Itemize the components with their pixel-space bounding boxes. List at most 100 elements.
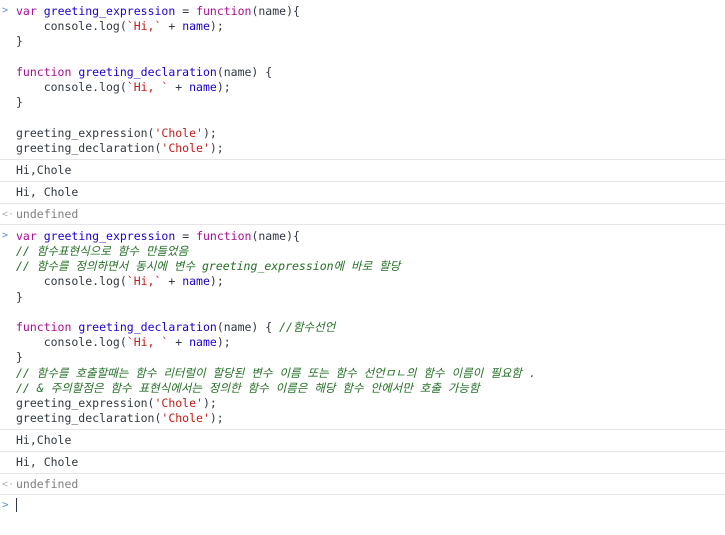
log-text: Hi,Chole [16, 162, 72, 177]
code-line: console.log(`Hi, ` + name); [0, 80, 725, 95]
variable-token: name [182, 274, 210, 289]
console-input-entry: > var greeting_expression = function(name… [0, 0, 725, 160]
keyword-token: var [16, 228, 37, 243]
code-line: console.log(`Hi,` + name); [0, 19, 725, 34]
code-line: } [0, 350, 725, 365]
input-chevron-icon: > [2, 229, 9, 241]
console-input-caret[interactable] [16, 498, 17, 513]
code-token: console.log( [16, 274, 127, 289]
code-token: ); [209, 274, 224, 289]
code-line: } [0, 290, 725, 305]
code-token: + [161, 19, 183, 34]
code-token: ); [209, 19, 224, 34]
prompt-chevron-icon: > [2, 498, 9, 512]
code-token: greeting_expression( [16, 395, 155, 410]
code-line: // 함수를 호출할때는 함수 리터럴이 할당된 변수 이름 또는 함수 선언ㅁ… [0, 366, 725, 381]
code-token: = [175, 4, 197, 18]
code-line: function greeting_declaration(name) { //… [0, 320, 725, 335]
function-name-token: greeting_declaration [78, 64, 217, 79]
console-log-message: Hi, Chole [0, 452, 725, 475]
code-token: (name) { [216, 320, 280, 334]
variable-token: greeting_expression [43, 228, 176, 243]
code-line: function greeting_declaration(name) { [0, 65, 725, 80]
code-line: } [0, 95, 725, 110]
result-arrow-icon: <· [2, 208, 15, 220]
code-line: } [0, 34, 725, 49]
variable-token: name [182, 19, 210, 34]
code-token: (name){ [251, 228, 300, 243]
comment-token: // 함수를 정의하면서 동시에 변수 greeting_expression에… [16, 259, 401, 274]
console-result-entry: <· undefined [0, 204, 725, 225]
keyword-token: function [16, 64, 72, 79]
string-token: 'Chole' [161, 140, 210, 155]
keyword-token: function [196, 228, 252, 243]
console-log-message: Hi, Chole [0, 182, 725, 204]
code-token: ); [216, 79, 231, 94]
code-token: } [16, 350, 23, 365]
code-token: ); [209, 140, 224, 155]
console-prompt-row[interactable]: > [0, 495, 725, 515]
comment-token: // & 주의할점은 함수 표현식에서는 정의한 함수 이름은 해당 함수 안에… [16, 380, 480, 395]
keyword-token: function [16, 320, 72, 334]
code-line: // 함수표현식으로 함수 만들었음 [0, 244, 725, 259]
comment-token: // 함수표현식으로 함수 만들었음 [16, 244, 189, 259]
code-token: ); [202, 395, 217, 410]
code-line: greeting_expression('Chole'); [0, 126, 725, 141]
result-text: undefined [16, 477, 79, 492]
code-token: = [175, 228, 197, 243]
string-token: 'Chole' [154, 395, 203, 410]
console-result-entry: <· undefined [0, 474, 725, 496]
variable-token: name [189, 335, 217, 350]
code-token: } [16, 289, 23, 304]
string-token: 'Chole' [154, 125, 203, 140]
console-messages: > var greeting_expression = function(name… [0, 0, 725, 496]
comment-token: //함수선언 [279, 320, 336, 334]
log-text: Hi, Chole [16, 184, 79, 199]
string-token: 'Chole' [161, 411, 210, 426]
string-token: `Hi, ` [126, 335, 169, 350]
code-token: } [16, 95, 23, 110]
code-line: // 함수를 정의하면서 동시에 변수 greeting_expression에… [0, 259, 725, 274]
code-token: ); [209, 411, 224, 426]
result-text: undefined [16, 206, 79, 221]
code-token: greeting_declaration( [16, 140, 162, 155]
console-log-message: Hi,Chole [0, 430, 725, 453]
code-line: console.log(`Hi,` + name); [0, 274, 725, 289]
code-token: console.log( [16, 19, 127, 34]
comment-token: // 함수를 호출할때는 함수 리터럴이 할당된 변수 이름 또는 함수 선언ㅁ… [16, 365, 536, 380]
code-token: + [168, 79, 190, 94]
code-token: + [168, 335, 190, 350]
log-text: Hi,Chole [16, 433, 72, 448]
variable-token: name [189, 79, 217, 94]
string-token: `Hi,` [126, 274, 162, 289]
devtools-console: > var greeting_expression = function(name… [0, 0, 725, 535]
code-line: console.log(`Hi, ` + name); [0, 335, 725, 350]
code-token: console.log( [16, 79, 127, 94]
code-line: greeting_declaration('Chole'); [0, 141, 725, 156]
console-log-message: Hi,Chole [0, 160, 725, 182]
function-name-token: greeting_declaration [78, 320, 217, 334]
code-token: ); [202, 125, 217, 140]
console-input-entry: > var greeting_expression = function(name… [0, 225, 725, 431]
variable-token: greeting_expression [43, 4, 176, 18]
result-arrow-icon: <· [2, 479, 15, 491]
code-line: // & 주의할점은 함수 표현식에서는 정의한 함수 이름은 해당 함수 안에… [0, 381, 725, 396]
string-token: `Hi,` [126, 19, 162, 34]
input-chevron-icon: > [2, 5, 9, 16]
code-token: ); [216, 335, 231, 350]
code-token: (name){ [251, 4, 300, 18]
string-token: `Hi, ` [126, 79, 169, 94]
code-line: var greeting_expression = function(name)… [0, 4, 725, 19]
code-token: console.log( [16, 335, 127, 350]
code-token: (name) { [216, 64, 273, 79]
code-line: var greeting_expression = function(name)… [0, 229, 725, 244]
code-line: greeting_declaration('Chole'); [0, 411, 725, 426]
code-token: greeting_declaration( [16, 411, 162, 426]
code-line: greeting_expression('Chole'); [0, 396, 725, 411]
code-token: } [16, 34, 23, 49]
